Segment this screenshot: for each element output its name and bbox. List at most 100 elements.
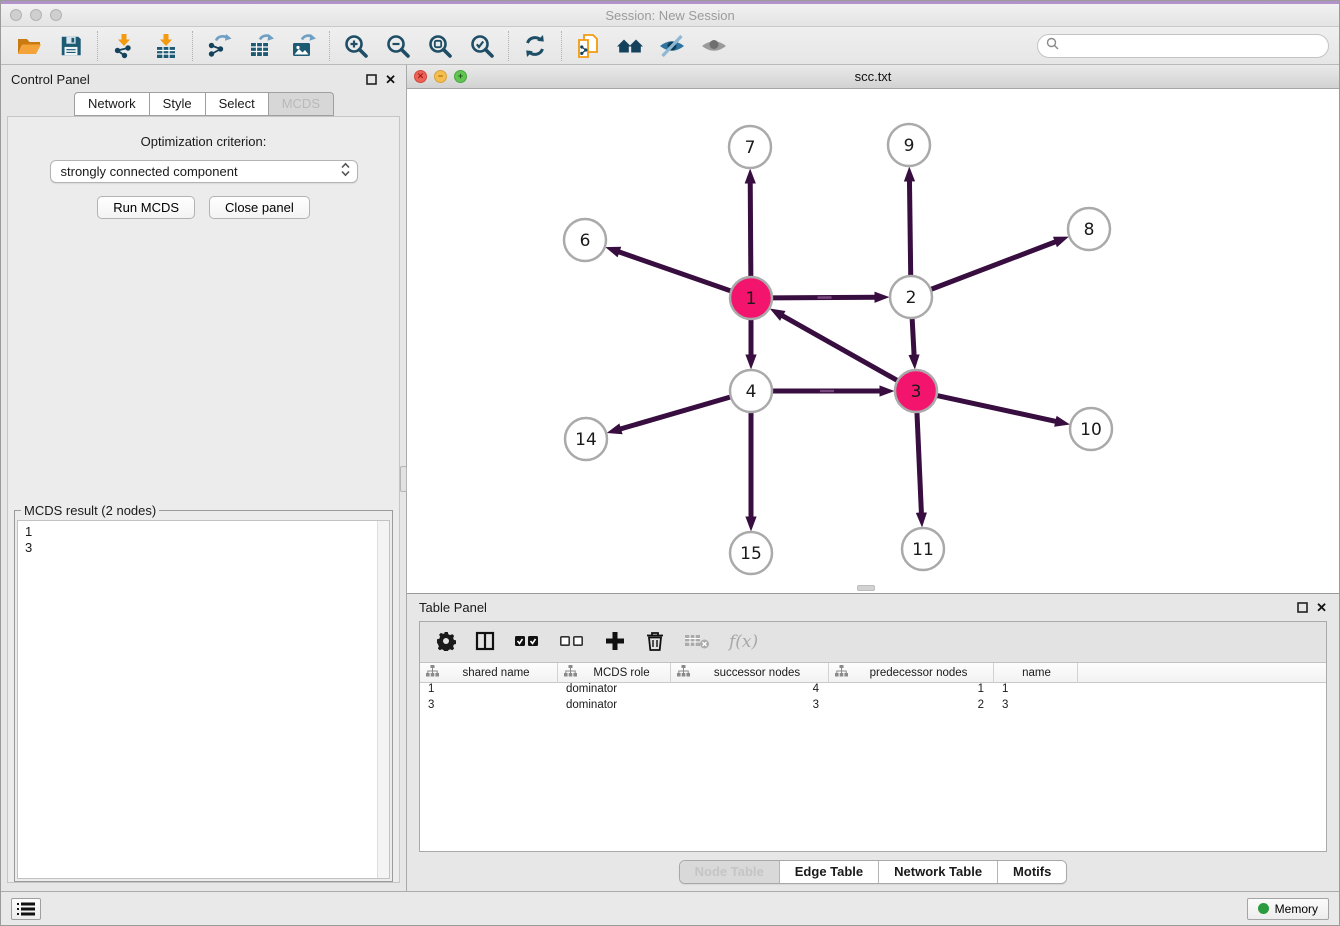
graph-node-8[interactable]: 8: [1068, 208, 1110, 250]
table-panel-close-button[interactable]: ✕: [1316, 601, 1327, 614]
table-row[interactable]: 3dominator323: [420, 699, 1326, 715]
graph-node-10[interactable]: 10: [1070, 408, 1112, 450]
graph-node-6[interactable]: 6: [564, 219, 606, 261]
graph-edge-2-9[interactable]: [909, 179, 910, 276]
graph-edge-4-14[interactable]: [619, 397, 731, 430]
network-maximize-button[interactable]: +: [454, 70, 467, 83]
optimization-criterion-label: Optimization criterion:: [141, 134, 267, 149]
delete-column-button[interactable]: [684, 632, 710, 653]
toolbar-separator: [97, 31, 98, 61]
first-neighbors-button[interactable]: [612, 30, 648, 62]
control-panel-float-button[interactable]: [366, 74, 377, 85]
refresh-button[interactable]: [517, 30, 553, 62]
graph-edge-1-7[interactable]: [750, 181, 751, 277]
tab-edge-table[interactable]: Edge Table: [779, 861, 878, 883]
graph-edge-1-6[interactable]: [617, 251, 731, 291]
table-panel-float-button[interactable]: [1297, 602, 1308, 613]
table-row[interactable]: 1dominator411: [420, 683, 1326, 699]
network-canvas[interactable]: 1 2 3 4 6 7 8 9 10 11 14 15: [407, 89, 1339, 593]
tab-mcds[interactable]: MCDS: [268, 92, 334, 116]
save-icon: [59, 34, 83, 58]
column-header-predecessor-nodes[interactable]: predecessor nodes: [829, 663, 994, 682]
tab-select[interactable]: Select: [205, 92, 269, 116]
network-graph: 1 2 3 4 6 7 8 9 10 11 14 15: [407, 89, 1340, 593]
graph-node-11[interactable]: 11: [902, 528, 944, 570]
cell-predecessor-nodes[interactable]: 1: [829, 683, 994, 699]
cell-successor-nodes[interactable]: 4: [671, 683, 829, 699]
graph-node-2[interactable]: 2: [890, 276, 932, 318]
cell-mcds-role[interactable]: dominator: [558, 699, 671, 715]
graph-node-9[interactable]: 9: [888, 124, 930, 166]
graph-node-14[interactable]: 14: [565, 418, 607, 460]
panel-splitter-handle[interactable]: [400, 466, 407, 492]
export-table-button[interactable]: [243, 30, 279, 62]
cell-predecessor-nodes[interactable]: 2: [829, 699, 994, 715]
add-button[interactable]: [604, 630, 626, 655]
run-mcds-button[interactable]: Run MCDS: [97, 196, 195, 219]
graph-edge-3-11[interactable]: [917, 412, 922, 515]
cell-shared-name[interactable]: 1: [420, 683, 558, 699]
minimize-window-button[interactable]: [30, 9, 42, 21]
zoom-window-button[interactable]: [50, 9, 62, 21]
save-button[interactable]: [53, 30, 89, 62]
close-window-button[interactable]: [10, 9, 22, 21]
cell-name[interactable]: 3: [994, 699, 1078, 715]
toolbar-separator: [561, 31, 562, 61]
tab-node-table[interactable]: Node Table: [680, 861, 779, 883]
show-all-button[interactable]: [696, 30, 732, 62]
zoom-in-button[interactable]: [338, 30, 374, 62]
network-minimize-button[interactable]: −: [434, 70, 447, 83]
cell-shared-name[interactable]: 3: [420, 699, 558, 715]
search-box[interactable]: [1037, 34, 1329, 58]
graph-node-4[interactable]: 4: [730, 370, 772, 412]
zoom-out-button[interactable]: [380, 30, 416, 62]
select-all-button[interactable]: [514, 634, 540, 651]
tab-network[interactable]: Network: [74, 92, 150, 116]
settings-button[interactable]: [436, 631, 456, 654]
clone-network-button[interactable]: [570, 30, 606, 62]
cell-mcds-role[interactable]: dominator: [558, 683, 671, 699]
graph-node-1[interactable]: 1: [730, 277, 772, 319]
export-network-button[interactable]: [201, 30, 237, 62]
graph-edge-3-10[interactable]: [937, 395, 1058, 421]
graph-edge-2-3[interactable]: [912, 318, 914, 357]
mcds-result-scrollbar[interactable]: [377, 521, 389, 878]
network-close-button[interactable]: ✕: [414, 70, 427, 83]
task-history-button[interactable]: [11, 898, 41, 920]
memory-button[interactable]: Memory: [1247, 898, 1329, 920]
export-image-button[interactable]: [285, 30, 321, 62]
svg-text:1: 1: [746, 289, 757, 309]
cell-successor-nodes[interactable]: 3: [671, 699, 829, 715]
column-header-name[interactable]: name: [994, 663, 1078, 682]
import-network-button[interactable]: [106, 30, 142, 62]
zoom-selected-button[interactable]: [464, 30, 500, 62]
mcds-result-text[interactable]: 1 3: [18, 521, 377, 878]
open-button[interactable]: [11, 30, 47, 62]
network-hscrollbar-thumb[interactable]: [857, 585, 875, 591]
graph-edge-3-1[interactable]: [781, 315, 898, 381]
column-header-successor-nodes[interactable]: successor nodes: [671, 663, 829, 682]
graph-node-7[interactable]: 7: [729, 126, 771, 168]
graph-node-15[interactable]: 15: [730, 532, 772, 574]
close-panel-button[interactable]: Close panel: [209, 196, 310, 219]
cell-name[interactable]: 1: [994, 683, 1078, 699]
deselect-all-button[interactable]: [559, 634, 585, 651]
tab-motifs[interactable]: Motifs: [997, 861, 1066, 883]
graph-edge-2-8[interactable]: [931, 241, 1058, 289]
graph-node-3[interactable]: 3: [895, 370, 937, 412]
import-table-button[interactable]: [148, 30, 184, 62]
zoom-fit-button[interactable]: [422, 30, 458, 62]
column-header-mcds-role[interactable]: MCDS role: [558, 663, 671, 682]
column-header-shared-name[interactable]: shared name: [420, 663, 558, 682]
add-icon: [604, 630, 626, 655]
search-input[interactable]: [1064, 39, 1320, 53]
tab-network-table[interactable]: Network Table: [878, 861, 997, 883]
control-panel-close-button[interactable]: ✕: [385, 73, 396, 86]
tab-style[interactable]: Style: [149, 92, 206, 116]
function-button[interactable]: f(x): [729, 632, 758, 652]
hide-selected-button[interactable]: [654, 30, 690, 62]
criterion-select[interactable]: strongly connected component: [50, 160, 358, 183]
network-view-window: ✕ − + scc.txt 1234678910111415: [407, 65, 1339, 594]
split-view-button[interactable]: [475, 631, 495, 654]
delete-button[interactable]: [645, 630, 665, 655]
